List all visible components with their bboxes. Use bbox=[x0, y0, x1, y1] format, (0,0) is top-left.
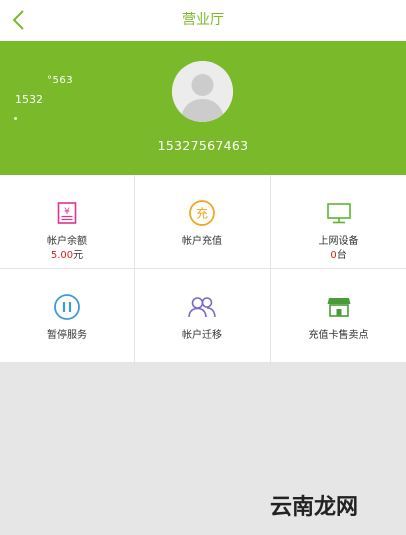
service-grid: ¥ 帐户余额 5.00元 充 帐户充值 上网设备 0台 暂停服务 帐户迁移 充值… bbox=[0, 175, 406, 363]
profile-header: °563 1532 15327567463 bbox=[0, 41, 406, 175]
page: 营业厅 °563 1532 15327567463 ¥ 帐户余额 5.00元 充… bbox=[0, 0, 406, 535]
service-label: 帐户迁移 bbox=[182, 330, 222, 341]
recharge-icon: 充 bbox=[189, 200, 215, 226]
watermark: 云南龙网 bbox=[270, 494, 359, 520]
grid-divider bbox=[0, 268, 406, 269]
service-devices[interactable]: 上网设备 0台 bbox=[271, 175, 406, 268]
service-recharge[interactable]: 充 帐户充值 bbox=[135, 175, 269, 268]
service-label: 上网设备 bbox=[318, 236, 359, 247]
service-balance[interactable]: ¥ 帐户余额 5.00元 bbox=[0, 175, 134, 268]
monitor-icon bbox=[326, 203, 351, 224]
service-label: 帐户充值 bbox=[182, 236, 222, 247]
balance-icon: ¥ bbox=[57, 202, 77, 224]
user-avatar-icon bbox=[172, 61, 233, 122]
service-label: 帐户余额 bbox=[47, 236, 87, 247]
service-card-outlets[interactable]: 充值卡售卖点 bbox=[271, 269, 406, 362]
header-short-text: 1532 bbox=[15, 93, 43, 106]
service-migrate[interactable]: 帐户迁移 bbox=[135, 269, 269, 362]
grid-divider bbox=[0, 362, 406, 363]
users-icon bbox=[188, 297, 216, 318]
device-count: 0台 bbox=[330, 250, 347, 261]
grid-divider bbox=[270, 175, 271, 363]
service-pause[interactable]: 暂停服务 bbox=[0, 269, 134, 362]
service-label: 充值卡售卖点 bbox=[308, 330, 369, 341]
balance-value: 5.00元 bbox=[50, 250, 84, 261]
service-label: 暂停服务 bbox=[47, 330, 87, 341]
avatar[interactable] bbox=[172, 61, 233, 122]
svg-text:¥: ¥ bbox=[64, 207, 70, 217]
grid-divider bbox=[134, 175, 135, 363]
phone-number: 15327567463 bbox=[157, 138, 249, 153]
header-tiny-text: °563 bbox=[47, 75, 74, 86]
top-nav-bar: 营业厅 bbox=[0, 0, 406, 42]
page-title: 营业厅 bbox=[182, 12, 224, 28]
store-icon bbox=[327, 298, 350, 317]
header-dot bbox=[14, 117, 17, 120]
pause-icon bbox=[54, 294, 80, 320]
svg-text:充: 充 bbox=[196, 206, 208, 221]
